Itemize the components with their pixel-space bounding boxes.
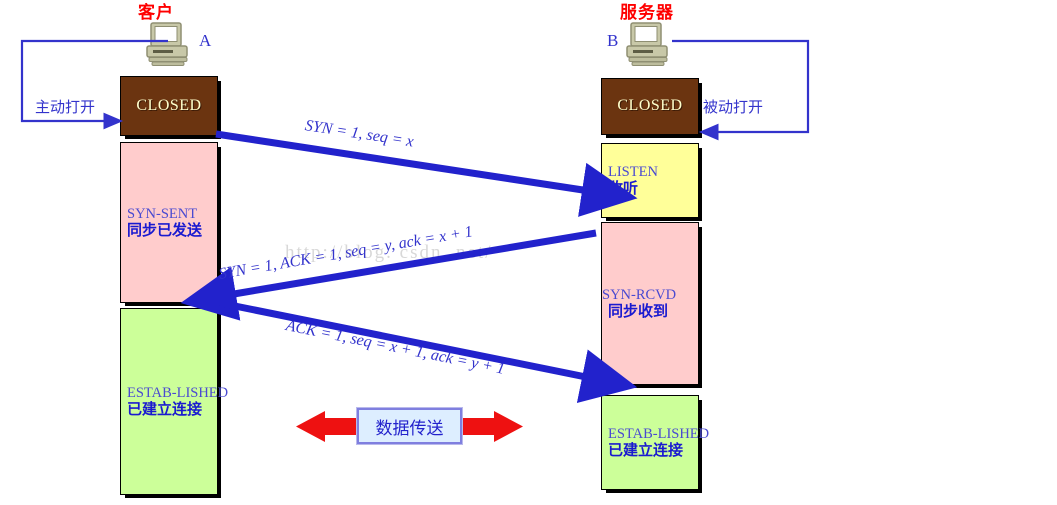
client-computer-icon	[143, 22, 195, 73]
server-state-established-label-cn: 已建立连接	[608, 441, 684, 460]
client-active-open-label: 主动打开	[35, 98, 96, 116]
client-title: 客户	[138, 3, 174, 23]
server-passive-open-label: 被动打开	[703, 98, 764, 116]
server-state-closed: CLOSED	[601, 78, 699, 135]
server-state-syn-rcvd-label: SYN-RCVD	[602, 286, 677, 303]
server-state-established-label: ESTAB-LISHED	[608, 425, 710, 442]
server-state-listen-label: LISTEN	[608, 163, 658, 180]
server-state-listen-label-cn: 收听	[608, 179, 639, 198]
data-transfer-label: 数据传送	[375, 418, 444, 439]
client-state-closed-label: CLOSED	[136, 96, 202, 114]
client-state-syn-sent: SYN-SENT 同步已发送	[120, 142, 218, 303]
server-state-closed-label: CLOSED	[617, 97, 683, 115]
client-state-syn-sent-label-cn: 同步已发送	[127, 221, 203, 240]
client-node-letter: A	[199, 31, 212, 50]
client-state-syn-sent-label: SYN-SENT	[127, 205, 198, 222]
server-node-letter: B	[607, 31, 619, 50]
data-transfer-right-arrow	[463, 411, 523, 442]
server-state-syn-rcvd: SYN-RCVD 同步收到	[601, 222, 699, 385]
message-label-ack: ACK = 1, seq = x + 1, ack = y + 1	[284, 317, 507, 378]
client-state-established-label-cn: 已建立连接	[127, 400, 203, 419]
message-label-syn: SYN = 1, seq = x	[303, 117, 415, 151]
client-state-established-label: ESTAB-LISHED	[127, 384, 229, 401]
client-state-established: ESTAB-LISHED 已建立连接	[120, 308, 229, 495]
server-computer-icon	[623, 22, 675, 73]
server-state-established: ESTAB-LISHED 已建立连接	[601, 395, 710, 490]
data-transfer-left-arrow	[296, 411, 356, 442]
client-state-closed: CLOSED	[120, 76, 218, 136]
tcp-three-way-handshake-diagram: 客户 服务器 A B CLOSED SYN-SENT 同步已发送 ESTAB-L…	[0, 0, 1057, 505]
server-title: 服务器	[620, 3, 674, 23]
data-transfer-box: 数据传送	[356, 407, 463, 445]
server-state-syn-rcvd-label-cn: 同步收到	[608, 302, 669, 321]
server-state-listen: LISTEN 收听	[601, 143, 699, 218]
